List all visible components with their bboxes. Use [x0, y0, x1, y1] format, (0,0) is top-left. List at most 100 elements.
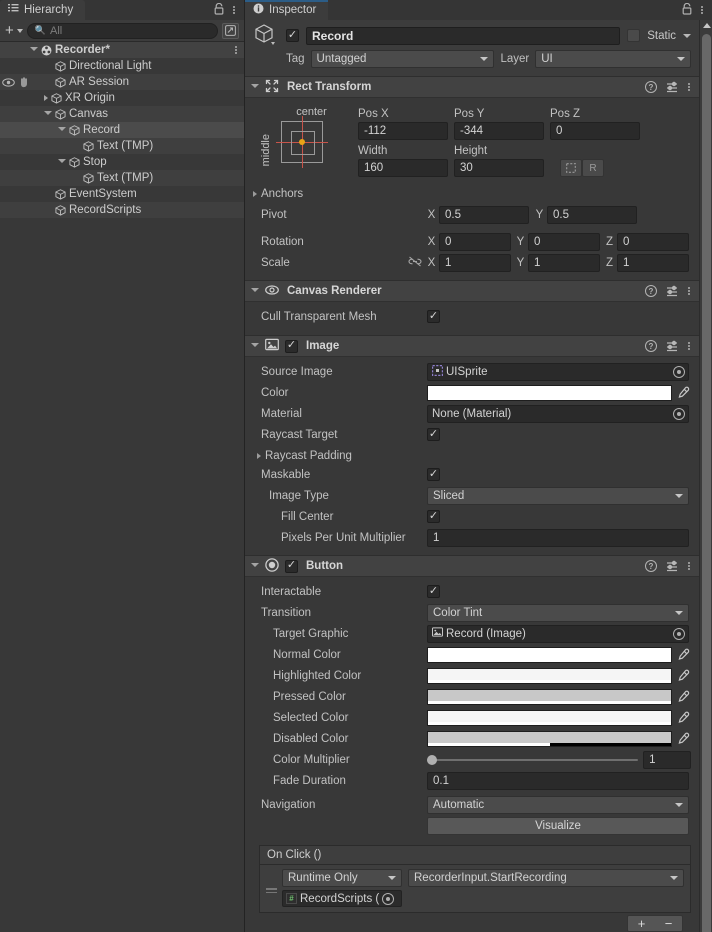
hierarchy-tree[interactable]: Recorder*Directional LightAR SessionXR O… [0, 42, 244, 932]
kebab-menu-icon[interactable] [235, 42, 238, 58]
foldout-triangle-icon[interactable] [251, 563, 259, 570]
inspector-scrollbar[interactable] [699, 20, 712, 932]
help-icon[interactable]: ? [645, 340, 657, 352]
hierarchy-item-directional-light[interactable]: Directional Light [0, 58, 244, 74]
raycast-target-checkbox[interactable] [427, 428, 440, 441]
image-type-dropdown[interactable]: Sliced [427, 487, 689, 505]
gameobject-enabled-checkbox[interactable] [286, 29, 299, 42]
pressed-color-swatch[interactable] [427, 689, 672, 705]
open-in-new-icon[interactable] [222, 23, 239, 39]
blueprint-mode-button[interactable] [560, 159, 582, 177]
hierarchy-item-eventsystem[interactable]: EventSystem [0, 186, 244, 202]
kebab-menu-icon[interactable] [688, 341, 691, 351]
component-header-rect-transform[interactable]: Rect Transform ? [245, 76, 699, 98]
layer-dropdown[interactable]: UI [535, 50, 691, 68]
source-image-field[interactable]: UISprite [427, 363, 689, 381]
expand-triangle-icon[interactable] [44, 95, 48, 101]
search-input[interactable]: 🔍 All [27, 23, 218, 39]
component-header-canvas-renderer[interactable]: Canvas Renderer ? [245, 280, 699, 302]
eyedropper-icon[interactable] [676, 669, 690, 683]
transition-dropdown[interactable]: Color Tint [427, 604, 689, 622]
slider-knob[interactable] [427, 755, 437, 765]
kebab-menu-icon[interactable] [688, 286, 691, 296]
navigation-dropdown[interactable]: Automatic [427, 796, 689, 814]
foldout-triangle-icon[interactable] [251, 84, 259, 91]
eyedropper-icon[interactable] [676, 648, 690, 662]
fill-center-checkbox[interactable] [427, 510, 440, 523]
link-broken-icon[interactable] [408, 256, 427, 270]
kebab-menu-icon[interactable] [688, 82, 691, 92]
rotation-z-input[interactable]: 0 [617, 233, 689, 251]
normal-color-swatch[interactable] [427, 647, 672, 663]
pixels-per-unit-multiplier-input[interactable]: 1 [427, 529, 689, 547]
static-checkbox[interactable] [627, 29, 640, 42]
visibility-toggles[interactable] [2, 74, 32, 90]
maskable-checkbox[interactable] [427, 468, 440, 481]
object-picker-icon[interactable] [673, 408, 685, 420]
hierarchy-item-xr-origin[interactable]: XR Origin [0, 90, 244, 106]
rotation-x-input[interactable]: 0 [439, 233, 511, 251]
rotation-y-input[interactable]: 0 [528, 233, 600, 251]
kebab-menu-icon[interactable] [701, 5, 704, 15]
pos-y-input[interactable]: -344 [454, 122, 544, 140]
hierarchy-item-recorder[interactable]: Recorder* [0, 42, 244, 58]
add-onclick-button[interactable]: + [638, 916, 646, 931]
pos-x-input[interactable]: -112 [358, 122, 448, 140]
anchors-foldout[interactable]: Anchors [253, 184, 691, 203]
height-input[interactable]: 30 [454, 159, 544, 177]
color-multiplier-slider[interactable] [427, 752, 638, 768]
hierarchy-item-recordscripts[interactable]: RecordScripts [0, 202, 244, 218]
presets-icon[interactable] [666, 285, 679, 297]
cull-transparent-mesh-checkbox[interactable] [427, 310, 440, 323]
component-header-button[interactable]: Button ? [245, 555, 699, 577]
tab-hierarchy[interactable]: Hierarchy [0, 0, 85, 20]
pos-z-input[interactable]: 0 [550, 122, 640, 140]
hierarchy-item-text-tmp[interactable]: Text (TMP) [0, 170, 244, 186]
help-icon[interactable]: ? [645, 285, 657, 297]
help-icon[interactable]: ? [645, 81, 657, 93]
button-enabled-checkbox[interactable] [285, 560, 298, 573]
material-field[interactable]: None (Material) [427, 405, 689, 423]
raycast-padding-foldout[interactable]: Raycast Padding [253, 446, 691, 465]
hierarchy-item-canvas[interactable]: Canvas [0, 106, 244, 122]
visualize-button[interactable]: Visualize [427, 817, 689, 835]
expand-triangle-icon[interactable] [44, 111, 52, 118]
selected-color-swatch[interactable] [427, 710, 672, 726]
tab-inspector[interactable]: Inspector [245, 0, 328, 20]
remove-onclick-button[interactable]: − [665, 916, 673, 931]
scale-y-input[interactable]: 1 [528, 254, 600, 272]
image-enabled-checkbox[interactable] [285, 340, 298, 353]
static-dropdown-chevron-icon[interactable] [683, 34, 691, 38]
color-multiplier-input[interactable]: 1 [643, 751, 691, 769]
foldout-triangle-icon[interactable] [251, 343, 259, 350]
create-button[interactable]: + [5, 23, 23, 38]
eyedropper-icon[interactable] [676, 386, 690, 400]
disabled-color-swatch[interactable] [427, 731, 672, 747]
presets-icon[interactable] [666, 81, 679, 93]
kebab-menu-icon[interactable] [688, 561, 691, 571]
lock-icon[interactable] [682, 3, 692, 18]
scale-x-input[interactable]: 1 [439, 254, 511, 272]
object-picker-icon[interactable] [382, 893, 394, 905]
interactable-checkbox[interactable] [427, 585, 440, 598]
pivot-x-input[interactable]: 0.5 [439, 206, 529, 224]
presets-icon[interactable] [666, 340, 679, 352]
eyedropper-icon[interactable] [676, 690, 690, 704]
onclick-object-field[interactable]: # RecordScripts ( [282, 890, 402, 907]
target-graphic-field[interactable]: Record (Image) [427, 625, 689, 643]
image-color-swatch[interactable] [427, 385, 672, 401]
object-picker-icon[interactable] [673, 628, 685, 640]
hierarchy-item-record[interactable]: Record [0, 122, 244, 138]
component-header-image[interactable]: Image ? [245, 335, 699, 357]
kebab-menu-icon[interactable] [233, 5, 236, 15]
scroll-up-arrow-icon[interactable] [703, 23, 711, 28]
reorder-handle-icon[interactable] [266, 869, 277, 907]
onclick-mode-dropdown[interactable]: Runtime Only [282, 869, 402, 887]
hierarchy-item-stop[interactable]: Stop [0, 154, 244, 170]
width-input[interactable]: 160 [358, 159, 448, 177]
scale-z-input[interactable]: 1 [617, 254, 689, 272]
onclick-function-dropdown[interactable]: RecorderInput.StartRecording [408, 869, 684, 887]
highlighted-color-swatch[interactable] [427, 668, 672, 684]
anchor-preset-widget[interactable]: center middle [253, 106, 358, 177]
lock-icon[interactable] [214, 3, 224, 18]
